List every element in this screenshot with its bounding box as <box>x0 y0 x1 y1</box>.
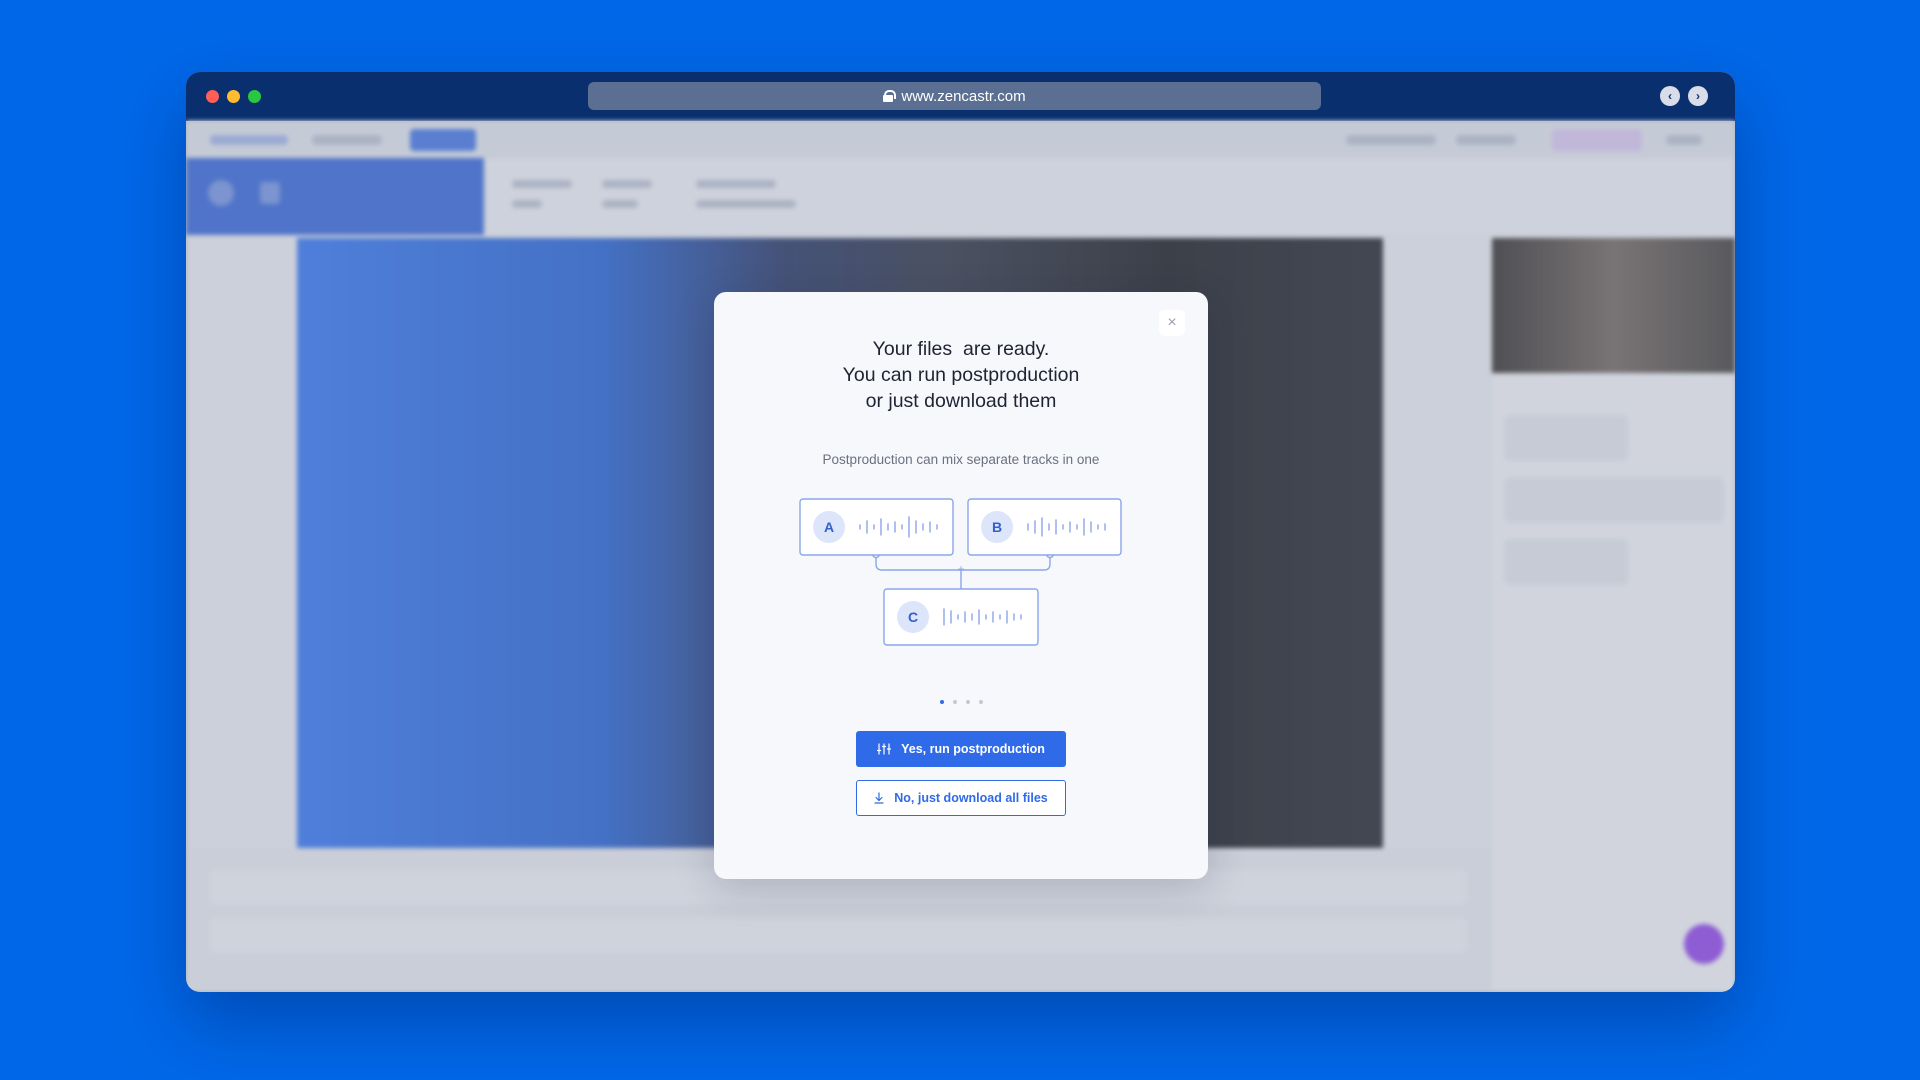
maximize-window-button[interactable] <box>248 90 261 103</box>
track-label: B <box>992 519 1002 535</box>
pagination-dot[interactable] <box>952 700 957 704</box>
sliders-icon <box>877 743 892 755</box>
download-all-files-label: No, just download all files <box>894 791 1048 805</box>
track-label: A <box>824 519 834 535</box>
dialog-title-line: You can run postproduction <box>842 364 1080 386</box>
dialog-subtitle: Postproduction can mix separate tracks i… <box>822 452 1100 467</box>
run-postproduction-button[interactable]: Yes, run postproduction <box>856 731 1066 767</box>
download-icon <box>874 792 884 804</box>
dialog-title-line: or just download them <box>865 390 1057 412</box>
browser-window: www.zencastr.com ‹ › × Your files are re… <box>186 72 1735 992</box>
forward-button[interactable]: › <box>1688 86 1708 106</box>
pagination-dot[interactable] <box>978 700 983 704</box>
track-mix-diagram: + A B C <box>799 498 1122 646</box>
mix-plus-icon: + <box>957 562 964 576</box>
run-postproduction-label: Yes, run postproduction <box>901 742 1045 756</box>
pagination-dot[interactable] <box>939 700 944 704</box>
carousel-pagination <box>714 700 1208 704</box>
minimize-window-button[interactable] <box>227 90 240 103</box>
browser-titlebar: www.zencastr.com ‹ › <box>186 72 1735 121</box>
track-card-a: A <box>799 498 954 556</box>
close-dialog-button[interactable]: × <box>1159 310 1185 336</box>
download-all-files-button[interactable]: No, just download all files <box>856 780 1066 816</box>
pagination-dot[interactable] <box>965 700 970 704</box>
address-bar[interactable]: www.zencastr.com <box>588 82 1321 110</box>
track-card-b: B <box>967 498 1122 556</box>
lock-icon <box>883 90 897 102</box>
track-card-c: C <box>883 588 1039 646</box>
url-text: www.zencastr.com <box>901 87 1026 105</box>
dialog-title: Your files are ready. You can run postpr… <box>714 336 1208 414</box>
dialog-title-line: Your files are ready. <box>872 338 1050 360</box>
close-window-button[interactable] <box>206 90 219 103</box>
back-button[interactable]: ‹ <box>1660 86 1680 106</box>
track-label: C <box>908 609 918 625</box>
postproduction-dialog: × Your files are ready. You can run post… <box>714 292 1208 879</box>
